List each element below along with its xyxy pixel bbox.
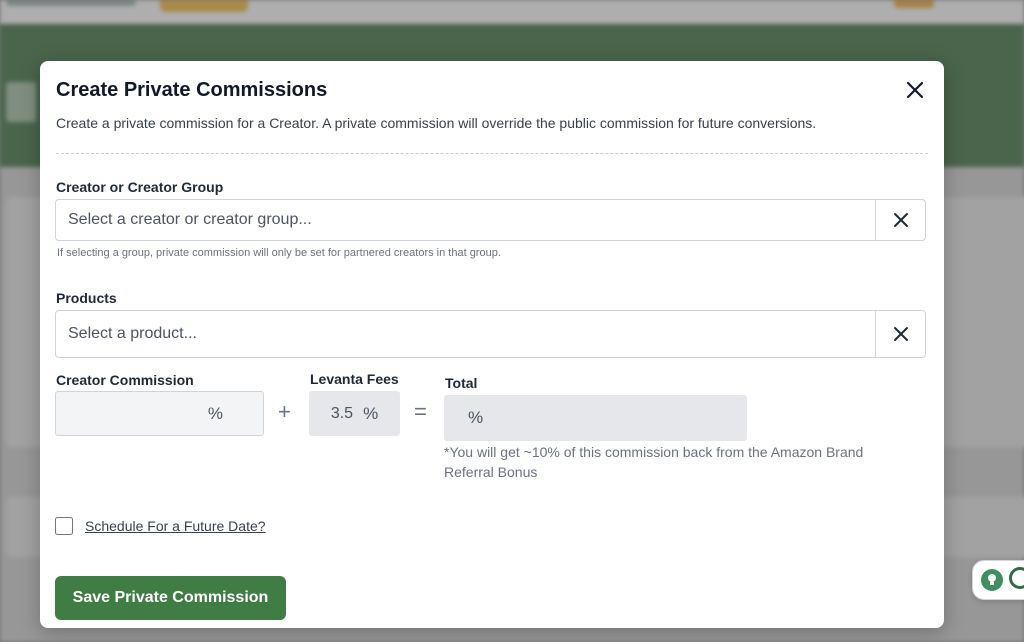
save-private-commission-button[interactable]: Save Private Commission xyxy=(55,576,286,620)
close-icon xyxy=(893,213,908,227)
product-select[interactable] xyxy=(55,310,926,358)
total-field: % xyxy=(444,395,747,441)
levanta-fees-field: 3.5 % xyxy=(309,391,400,436)
products-field-label: Products xyxy=(56,290,117,306)
modal-title: Create Private Commissions xyxy=(56,79,328,101)
schedule-row: Schedule For a Future Date? xyxy=(55,517,266,535)
modal-description: Create a private commission for a Creato… xyxy=(56,115,817,131)
chat-icon xyxy=(1009,567,1024,589)
lightbulb-glyph xyxy=(988,574,996,585)
creator-clear-button[interactable] xyxy=(875,200,925,240)
creator-field-label: Creator or Creator Group xyxy=(56,179,224,195)
product-clear-button[interactable] xyxy=(875,311,925,357)
levanta-fees-label: Levanta Fees xyxy=(310,371,399,387)
creator-commission-field[interactable]: % xyxy=(55,391,264,436)
creator-helper-text: If selecting a group, private commission… xyxy=(57,247,501,259)
help-widget[interactable] xyxy=(972,560,1024,600)
divider xyxy=(56,153,928,154)
percent-symbol: % xyxy=(468,408,484,427)
schedule-link[interactable]: Schedule For a Future Date? xyxy=(85,518,266,534)
percent-symbol: % xyxy=(363,403,379,423)
schedule-checkbox[interactable] xyxy=(55,517,73,535)
levanta-fees-value: 3.5 xyxy=(330,404,354,422)
close-button[interactable] xyxy=(902,77,928,103)
creator-select[interactable] xyxy=(55,199,926,241)
create-private-commission-modal: Create Private Commissions Create a priv… xyxy=(40,61,944,628)
lightbulb-icon xyxy=(981,569,1003,591)
referral-bonus-note: *You will get ~10% of this commission ba… xyxy=(444,444,864,480)
close-icon xyxy=(906,81,924,99)
creator-select-input[interactable] xyxy=(56,200,875,240)
total-label: Total xyxy=(445,375,478,391)
equals-sign: = xyxy=(414,399,427,424)
plus-sign: + xyxy=(278,399,291,424)
creator-commission-input[interactable] xyxy=(56,404,208,423)
percent-symbol: % xyxy=(207,403,223,423)
creator-commission-label: Creator Commission xyxy=(56,372,194,388)
close-icon xyxy=(893,327,908,341)
product-select-input[interactable] xyxy=(56,311,875,357)
